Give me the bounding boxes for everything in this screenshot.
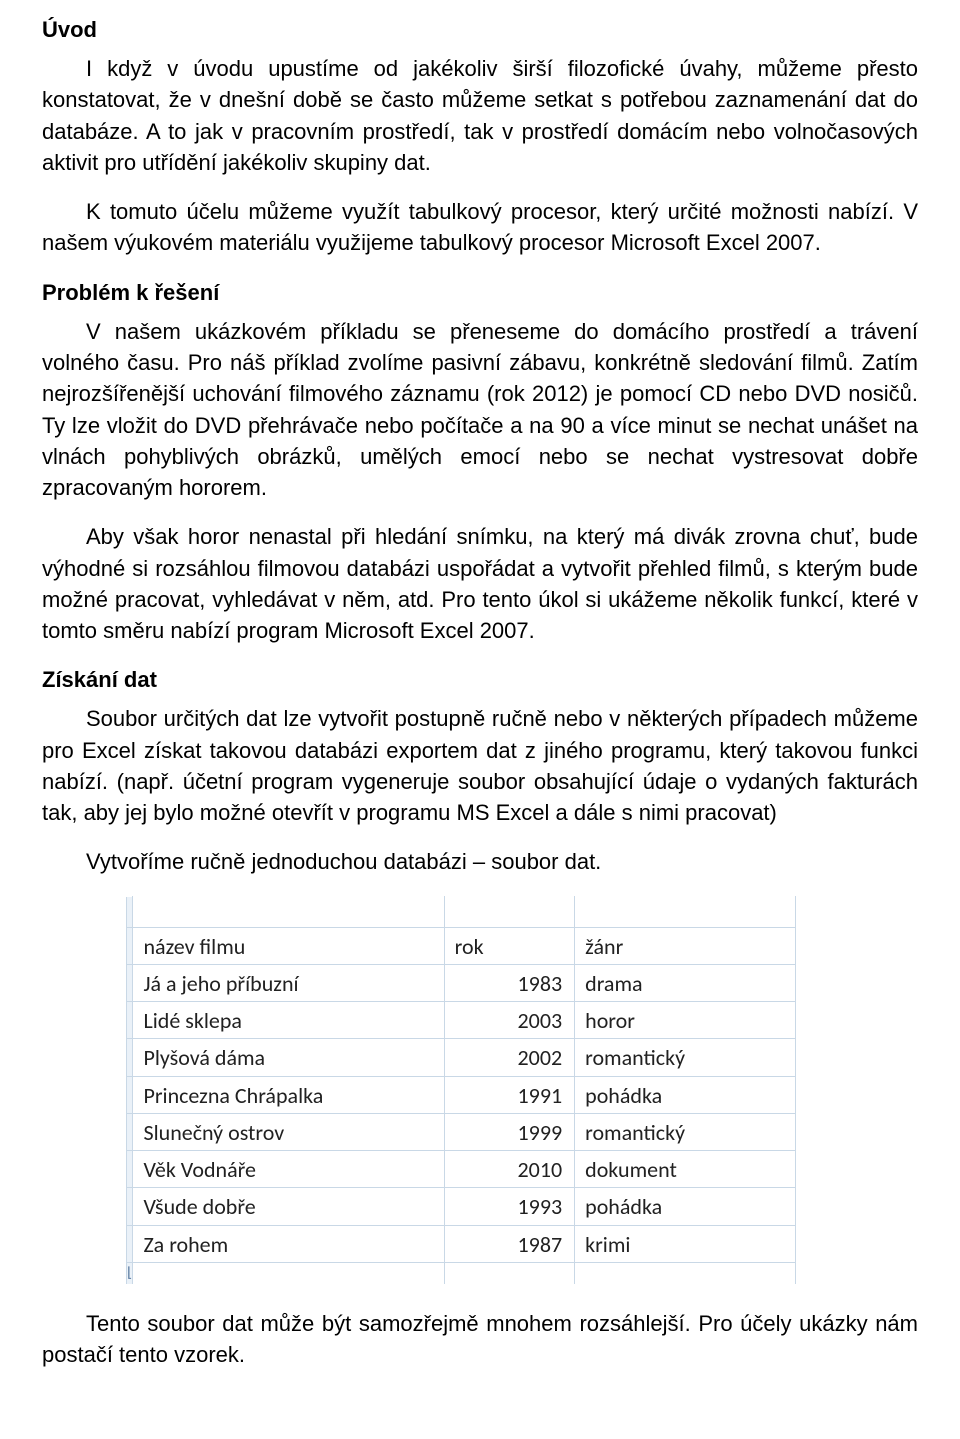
table-bottom-row: ⌊ bbox=[127, 1262, 796, 1284]
cell-name: Všude dobře bbox=[133, 1188, 444, 1225]
table-row: Plyšová dáma2002romantický bbox=[127, 1039, 796, 1076]
cell-genre: pohádka bbox=[575, 1188, 796, 1225]
cell-year: 2003 bbox=[444, 1002, 574, 1039]
col-header-year: rok bbox=[444, 927, 574, 964]
table-row: Věk Vodnáře2010dokument bbox=[127, 1151, 796, 1188]
cell-name: Lidé sklepa bbox=[133, 1002, 444, 1039]
blank-cell bbox=[444, 1262, 574, 1284]
table-row: Za rohem1987krimi bbox=[127, 1225, 796, 1262]
cell-genre: romantický bbox=[575, 1113, 796, 1150]
blank-cell bbox=[133, 896, 444, 927]
heading-ziskani: Získání dat bbox=[42, 664, 918, 695]
heading-uvod: Úvod bbox=[42, 14, 918, 45]
cell-year: 1991 bbox=[444, 1076, 574, 1113]
paragraph: V našem ukázkovém příkladu se přeneseme … bbox=[42, 316, 918, 503]
cell-year: 2010 bbox=[444, 1151, 574, 1188]
cell-name: Plyšová dáma bbox=[133, 1039, 444, 1076]
excel-screenshot: název filmu rok žánr Já a jeho příbuzní1… bbox=[126, 896, 796, 1285]
blank-cell bbox=[575, 1262, 796, 1284]
cell-genre: krimi bbox=[575, 1225, 796, 1262]
cell-genre: dokument bbox=[575, 1151, 796, 1188]
paragraph: Aby však horor nenastal při hledání sním… bbox=[42, 521, 918, 646]
table-header-row: název filmu rok žánr bbox=[127, 927, 796, 964]
col-header-name: název filmu bbox=[133, 927, 444, 964]
data-table: název filmu rok žánr Já a jeho příbuzní1… bbox=[126, 896, 796, 1285]
heading-problem: Problém k řešení bbox=[42, 277, 918, 308]
table-row: Já a jeho příbuzní1983drama bbox=[127, 964, 796, 1001]
paragraph: Soubor určitých dat lze vytvořit postupn… bbox=[42, 703, 918, 828]
table-row: Slunečný ostrov1999romantický bbox=[127, 1113, 796, 1150]
paragraph: Tento soubor dat může být samozřejmě mno… bbox=[42, 1308, 918, 1370]
paragraph: I když v úvodu upustíme od jakékoliv šir… bbox=[42, 53, 918, 178]
paragraph: Vytvoříme ručně jednoduchou databázi – s… bbox=[42, 846, 918, 877]
blank-cell bbox=[444, 896, 574, 927]
cell-year: 1983 bbox=[444, 964, 574, 1001]
cell-genre: pohádka bbox=[575, 1076, 796, 1113]
blank-cell bbox=[133, 1262, 444, 1284]
cell-genre: drama bbox=[575, 964, 796, 1001]
blank-cell bbox=[575, 896, 796, 927]
cell-name: Já a jeho příbuzní bbox=[133, 964, 444, 1001]
table-row: Lidé sklepa2003horor bbox=[127, 1002, 796, 1039]
cell-year: 1987 bbox=[444, 1225, 574, 1262]
cell-name: Věk Vodnáře bbox=[133, 1151, 444, 1188]
cell-name: Za rohem bbox=[133, 1225, 444, 1262]
cell-genre: horor bbox=[575, 1002, 796, 1039]
cell-year: 1993 bbox=[444, 1188, 574, 1225]
table-row: Všude dobře1993pohádka bbox=[127, 1188, 796, 1225]
col-header-genre: žánr bbox=[575, 927, 796, 964]
cell-name: Princezna Chrápalka bbox=[133, 1076, 444, 1113]
table-row: Princezna Chrápalka1991pohádka bbox=[127, 1076, 796, 1113]
cell-name: Slunečný ostrov bbox=[133, 1113, 444, 1150]
paragraph: K tomuto účelu můžeme využít tabulkový p… bbox=[42, 196, 918, 258]
table-blank-row bbox=[127, 896, 796, 927]
cell-year: 1999 bbox=[444, 1113, 574, 1150]
cell-year: 2002 bbox=[444, 1039, 574, 1076]
cell-genre: romantický bbox=[575, 1039, 796, 1076]
